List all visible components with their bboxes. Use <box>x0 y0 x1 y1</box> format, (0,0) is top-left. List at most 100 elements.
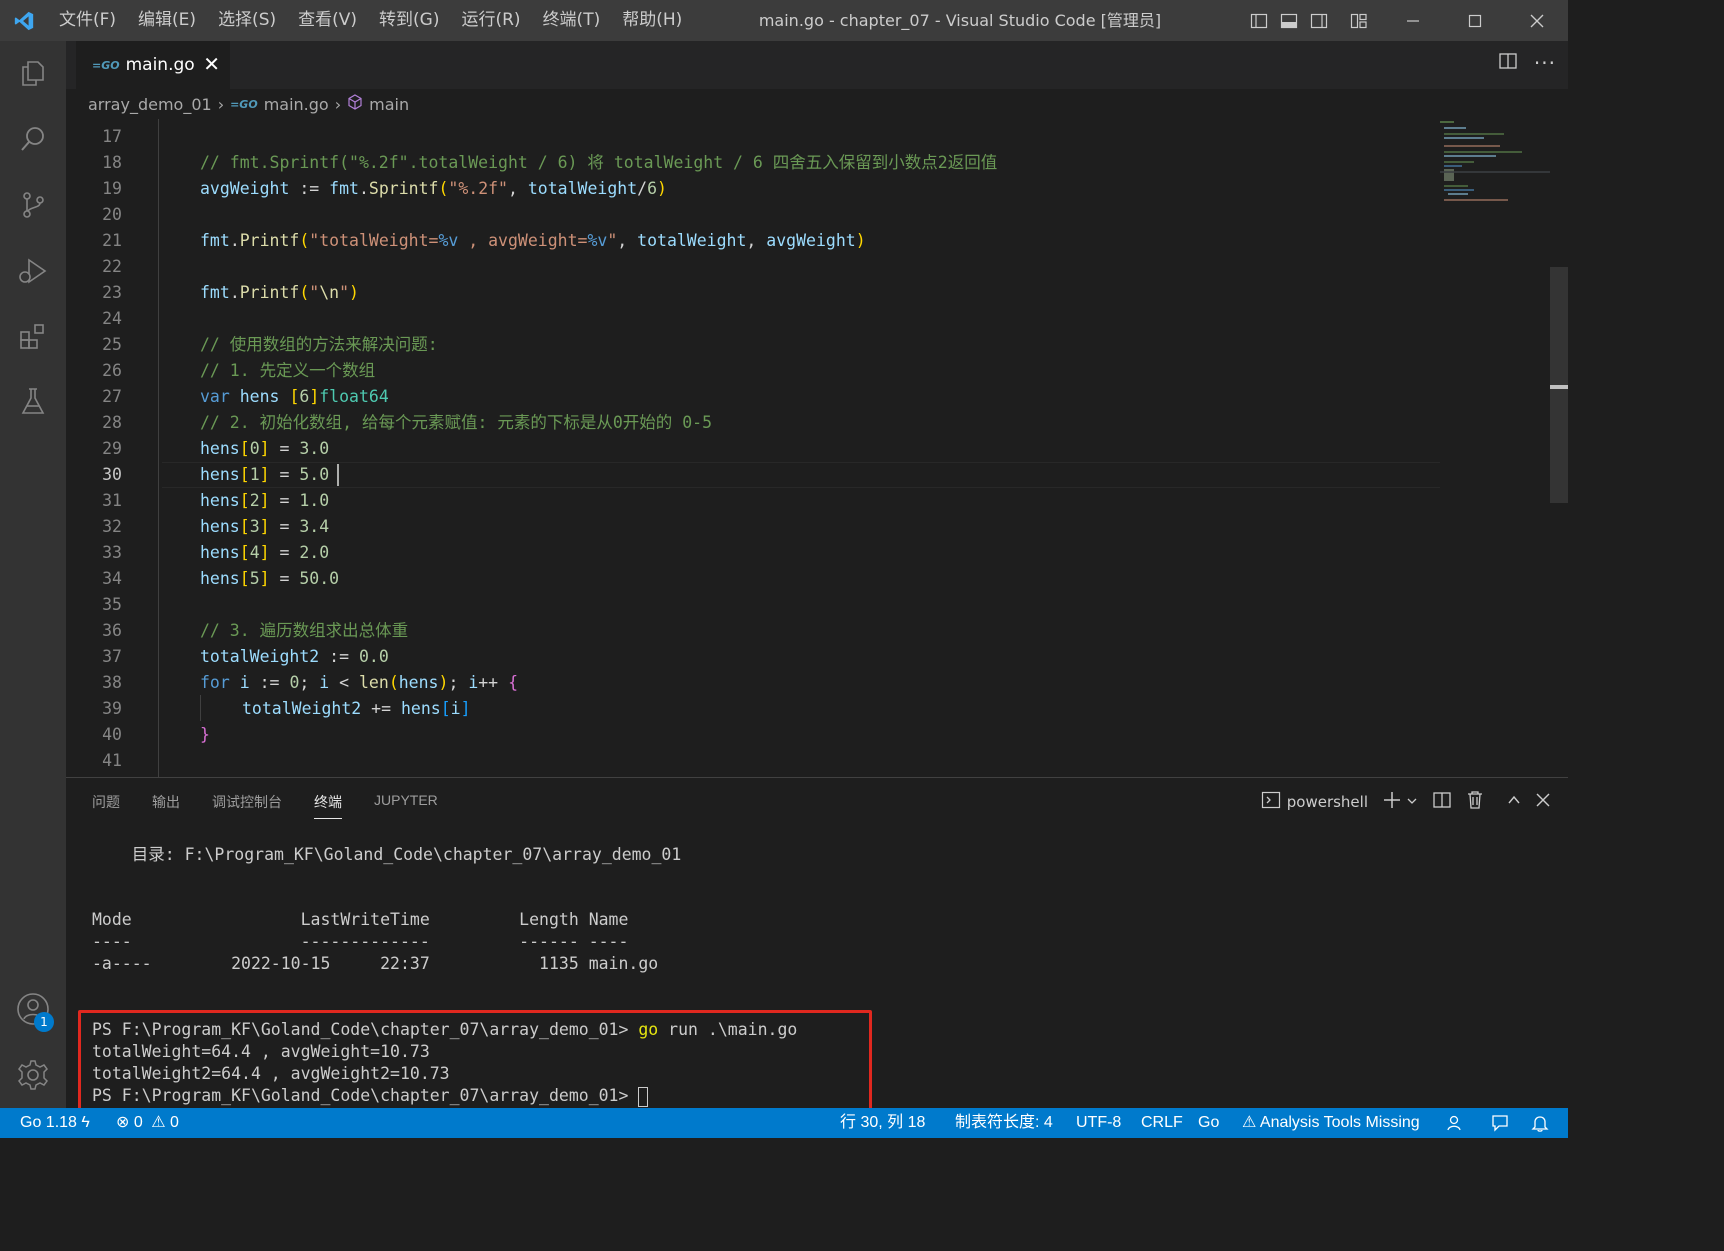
line-number: 30 <box>102 465 122 484</box>
close-tab-icon[interactable]: ✕ <box>203 53 220 75</box>
code-line: // fmt.Sprintf("%.2f".totalWeight / 6) 将… <box>200 153 998 172</box>
editor-tab-bar: =GO main.go ✕ ··· <box>66 41 1568 89</box>
title-bar: 文件(F) 编辑(E) 选择(S) 查看(V) 转到(G) 运行(R) 终端(T… <box>0 0 1568 41</box>
cursor-position-marker <box>1550 385 1568 389</box>
live-share-icon[interactable] <box>1446 1108 1466 1138</box>
tab-jupyter[interactable]: JUPYTER <box>374 792 438 819</box>
shell-name[interactable]: powershell <box>1287 793 1368 811</box>
tab-main-go[interactable]: =GO main.go ✕ <box>76 41 230 89</box>
search-icon[interactable] <box>0 109 66 169</box>
settings-gear-icon[interactable] <box>0 1045 66 1105</box>
line-number: 35 <box>102 595 122 614</box>
line-number: 36 <box>102 621 122 640</box>
split-editor-icon[interactable] <box>1498 51 1518 75</box>
analysis-tools-status[interactable]: ⚠ Analysis Tools Missing <box>1242 1108 1420 1138</box>
terminal-line: Mode LastWriteTime Length Name <box>92 910 629 929</box>
line-number: 19 <box>102 179 122 198</box>
more-actions-icon[interactable]: ··· <box>1534 51 1556 75</box>
explorer-icon[interactable] <box>0 43 66 103</box>
problems-status[interactable]: ⊗ 0 ⚠ 0 <box>116 1108 179 1138</box>
line-number: 39 <box>102 699 122 718</box>
warning-icon: ⚠ <box>1242 1114 1257 1131</box>
menu-view[interactable]: 查看(V) <box>287 0 368 41</box>
chevron-right-icon: › <box>217 94 225 114</box>
code-line: // 1. 先定义一个数组 <box>200 361 376 380</box>
line-number: 33 <box>102 543 122 562</box>
line-number: 25 <box>102 335 122 354</box>
cursor-position[interactable]: 行 30, 列 18 <box>840 1108 925 1138</box>
tab-problems[interactable]: 问题 <box>92 792 120 819</box>
breadcrumb-folder[interactable]: array_demo_01 <box>88 95 212 114</box>
run-debug-icon[interactable] <box>0 241 66 301</box>
new-terminal-icon[interactable] <box>1382 790 1402 814</box>
status-bar: Go 1.18 ϟ ⊗ 0 ⚠ 0 行 30, 列 18 制表符长度: 4 UT… <box>0 1108 1568 1138</box>
accounts-icon[interactable] <box>0 979 66 1039</box>
trash-icon[interactable] <box>1466 790 1484 814</box>
breadcrumb-file[interactable]: main.go <box>264 95 329 114</box>
go-file-icon: =GO <box>230 97 258 111</box>
code-line: avgWeight := fmt.Sprintf("%.2f", totalWe… <box>200 179 667 198</box>
line-number: 20 <box>102 205 122 224</box>
encoding[interactable]: UTF-8 <box>1076 1108 1121 1138</box>
source-control-icon[interactable] <box>0 175 66 235</box>
split-terminal-icon[interactable] <box>1432 790 1452 814</box>
line-number: 23 <box>102 283 122 302</box>
code-line: // 使用数组的方法来解决问题: <box>200 335 438 354</box>
tab-output[interactable]: 输出 <box>152 792 180 819</box>
minimap[interactable] <box>1440 119 1550 209</box>
editor-actions: ··· <box>1498 51 1556 75</box>
title-controls <box>1244 0 1568 41</box>
code-line: fmt.Printf("\n") <box>200 283 359 302</box>
menu-file[interactable]: 文件(F) <box>48 0 127 41</box>
line-number: 28 <box>102 413 122 432</box>
feedback-icon[interactable] <box>1490 1108 1510 1138</box>
panel-tab-bar: 问题 输出 调试控制台 终端 JUPYTER <box>92 792 470 819</box>
language-mode[interactable]: Go <box>1198 1108 1219 1138</box>
menu-help[interactable]: 帮助(H) <box>611 0 693 41</box>
code-editor[interactable]: 17 18 // fmt.Sprintf("%.2f".totalWeight /… <box>66 119 1568 777</box>
menu-go[interactable]: 转到(G) <box>368 0 450 41</box>
symbol-method-icon <box>347 94 363 114</box>
notifications-bell-icon[interactable] <box>1530 1108 1550 1138</box>
line-number: 29 <box>102 439 122 458</box>
go-version[interactable]: Go 1.18 ϟ <box>20 1108 90 1138</box>
toggle-panel-icon[interactable] <box>1274 0 1304 41</box>
indentation[interactable]: 制表符长度: 4 <box>955 1108 1053 1138</box>
menu-edit[interactable]: 编辑(E) <box>127 0 207 41</box>
line-number: 18 <box>102 153 122 172</box>
breadcrumb: array_demo_01 › =GO main.go › main <box>66 89 1568 119</box>
terminal-line: 目录: F:\Program_KF\Goland_Code\chapter_07… <box>92 845 682 864</box>
code-line: fmt.Printf("totalWeight=%v , avgWeight=%… <box>200 231 866 250</box>
extensions-icon[interactable] <box>0 307 66 367</box>
tab-terminal[interactable]: 终端 <box>314 792 342 819</box>
line-number: 40 <box>102 725 122 744</box>
close-window-icon[interactable] <box>1506 0 1568 41</box>
code-line: totalWeight2 += hens[i] <box>242 699 471 718</box>
code-line: hens[3] = 3.4 <box>200 517 330 536</box>
line-number: 32 <box>102 517 122 536</box>
menu-terminal[interactable]: 终端(T) <box>532 0 612 41</box>
line-number: 38 <box>102 673 122 692</box>
line-number: 22 <box>102 257 122 276</box>
menu-run[interactable]: 运行(R) <box>450 0 531 41</box>
line-number: 34 <box>102 569 122 588</box>
go-file-icon: =GO <box>92 58 120 72</box>
maximize-icon[interactable] <box>1444 0 1506 41</box>
menu-selection[interactable]: 选择(S) <box>207 0 287 41</box>
accounts-badge: 1 <box>34 1012 54 1032</box>
line-number: 24 <box>102 309 122 328</box>
customize-layout-icon[interactable] <box>1344 0 1374 41</box>
chevron-down-icon[interactable] <box>1406 793 1418 811</box>
chevron-up-icon[interactable] <box>1506 792 1522 812</box>
menu-bar: 文件(F) 编辑(E) 选择(S) 查看(V) 转到(G) 运行(R) 终端(T… <box>48 0 693 41</box>
code-line: // 2. 初始化数组, 给每个元素赋值: 元素的下标是从0开始的 0-5 <box>200 413 713 432</box>
end-of-line[interactable]: CRLF <box>1141 1108 1183 1138</box>
tab-debug-console[interactable]: 调试控制台 <box>212 792 282 819</box>
minimize-icon[interactable] <box>1382 0 1444 41</box>
breadcrumb-symbol[interactable]: main <box>369 95 409 114</box>
close-panel-icon[interactable] <box>1536 793 1550 811</box>
testing-icon[interactable] <box>0 371 66 431</box>
toggle-primary-sidebar-icon[interactable] <box>1244 0 1274 41</box>
toggle-secondary-sidebar-icon[interactable] <box>1304 0 1334 41</box>
vscode-logo-icon <box>0 0 48 41</box>
